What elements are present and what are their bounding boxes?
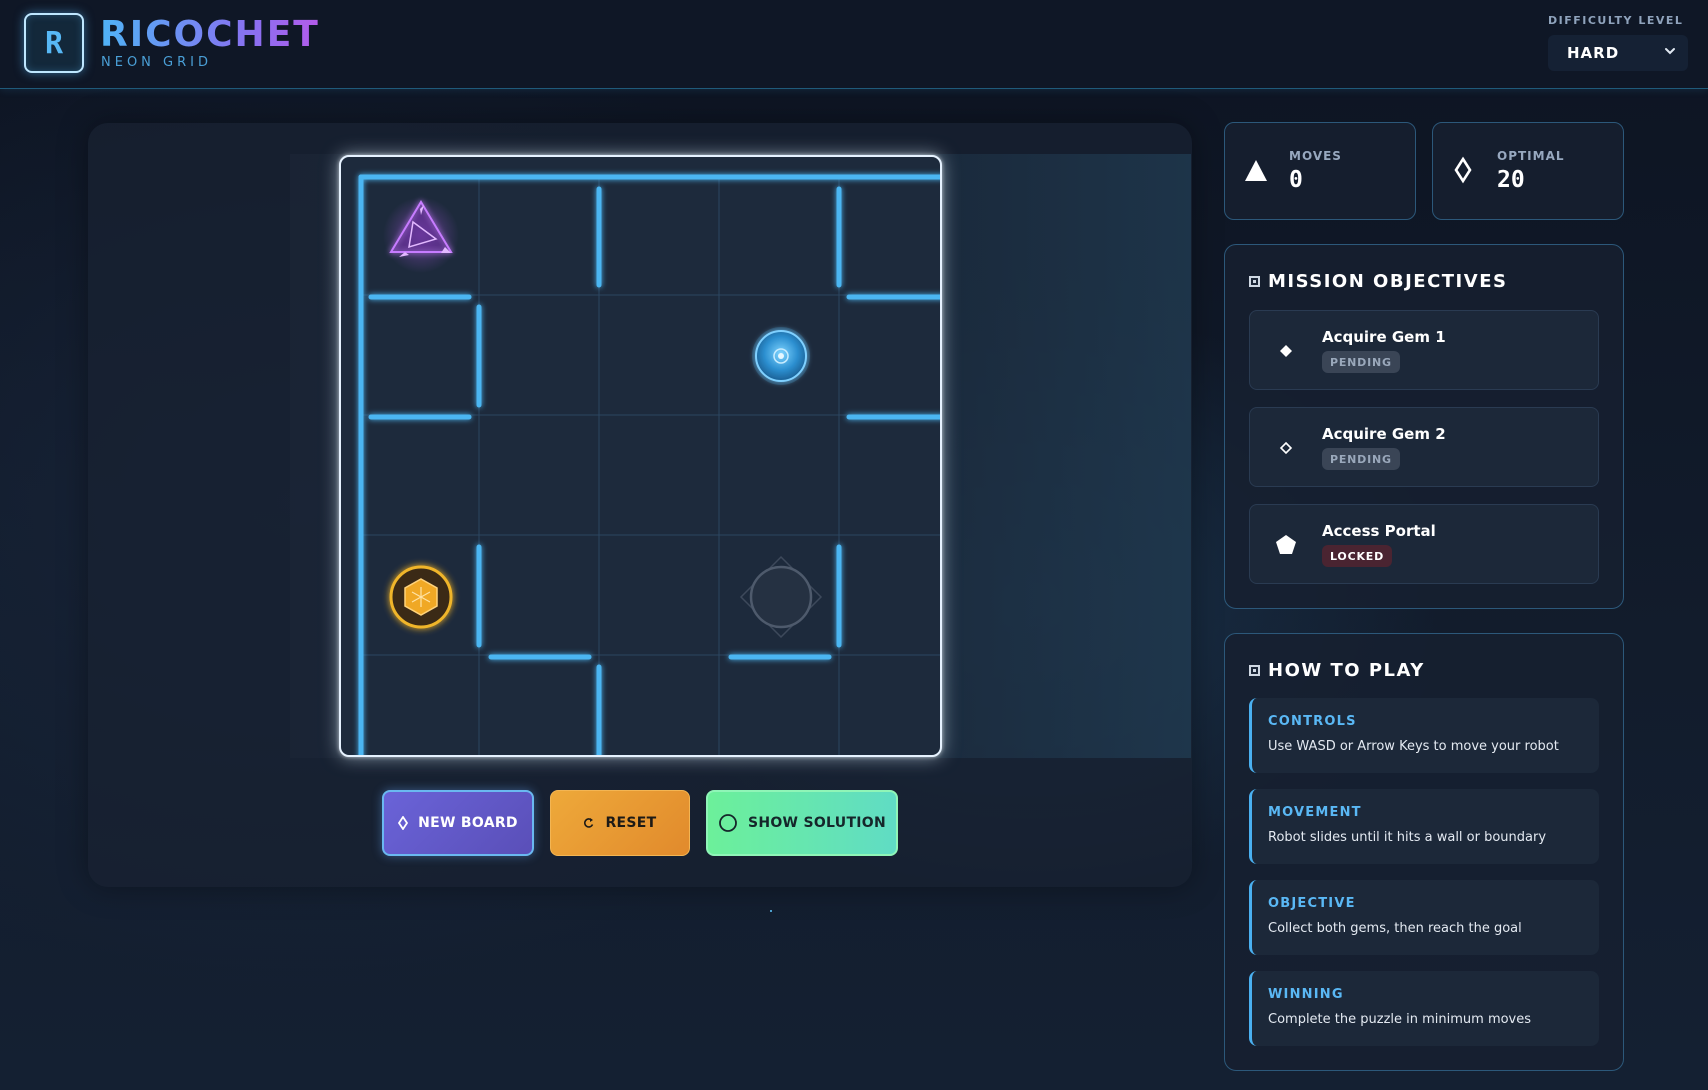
moves-value: 0 [1289, 167, 1303, 193]
objectives-panel: MISSION OBJECTIVES Acquire Gem 1 PENDING… [1224, 244, 1624, 609]
tip-movement: MOVEMENT Robot slides until it hits a wa… [1249, 789, 1599, 864]
triangle-icon [1245, 160, 1267, 181]
show-solution-label: SHOW SOLUTION [747, 815, 887, 831]
app-header: R RICOCHET NEON GRID DIFFICULTY LEVEL HA… [0, 0, 1708, 89]
tip-objective: OBJECTIVE Collect both gems, then reach … [1249, 880, 1599, 955]
game-board[interactable] [339, 155, 942, 757]
tip-title: CONTROLS [1268, 714, 1357, 729]
optimal-value: 20 [1497, 167, 1525, 193]
reset-button[interactable]: RESET [550, 790, 690, 856]
optimal-card: OPTIMAL 20 [1432, 122, 1624, 220]
how-to-play-panel: HOW TO PLAY CONTROLS Use WASD or Arrow K… [1224, 633, 1624, 1071]
objective-gem-1: Acquire Gem 1 PENDING [1249, 310, 1599, 390]
tip-title: OBJECTIVE [1268, 896, 1356, 911]
circle-icon [718, 813, 738, 833]
square-icon [1249, 276, 1260, 287]
tip-text: Complete the puzzle in minimum moves [1268, 1012, 1532, 1027]
show-solution-button[interactable]: SHOW SOLUTION [706, 790, 898, 856]
tip-winning: WINNING Complete the puzzle in minimum m… [1249, 971, 1599, 1046]
diamond-outline-icon [1454, 156, 1472, 184]
difficulty-value: HARD [1567, 44, 1620, 62]
how-to-play-title: HOW TO PLAY [1249, 660, 1425, 681]
new-board-label: NEW BOARD [418, 815, 518, 831]
chevron-down-icon [1665, 48, 1675, 55]
status-badge: LOCKED [1322, 545, 1393, 567]
objectives-title: MISSION OBJECTIVES [1249, 271, 1507, 292]
diamond-outline-icon [1274, 436, 1298, 460]
difficulty-select[interactable]: HARD [1548, 35, 1688, 71]
moves-label: MOVES [1289, 149, 1342, 163]
app-subtitle: NEON GRID [101, 55, 212, 70]
how-to-play-title-text: HOW TO PLAY [1268, 660, 1425, 681]
app-title: RICOCHET [100, 14, 320, 55]
moves-card: MOVES 0 [1224, 122, 1416, 220]
tip-title: MOVEMENT [1268, 805, 1362, 820]
walls [358, 174, 940, 755]
objective-label: Acquire Gem 2 [1322, 425, 1446, 443]
hexagon-gem-icon [381, 557, 461, 637]
logo-icon: R [24, 13, 84, 73]
square-icon [1249, 665, 1260, 676]
status-badge: PENDING [1322, 448, 1400, 470]
objective-portal: Access Portal LOCKED [1249, 504, 1599, 584]
reset-label: RESET [605, 815, 657, 831]
reset-icon [583, 817, 595, 829]
status-badge: PENDING [1322, 351, 1400, 373]
logo-letter: R [44, 25, 64, 61]
tip-controls: CONTROLS Use WASD or Arrow Keys to move … [1249, 698, 1599, 773]
objective-label: Access Portal [1322, 522, 1436, 540]
difficulty-label: DIFFICULTY LEVEL [1548, 14, 1684, 27]
portal-icon [739, 555, 823, 639]
board-grid [358, 174, 940, 755]
diamond-filled-icon [1274, 339, 1298, 363]
new-board-button[interactable]: NEW BOARD [382, 790, 534, 856]
objective-label: Acquire Gem 1 [1322, 328, 1446, 346]
tip-title: WINNING [1268, 987, 1344, 1002]
objective-gem-2: Acquire Gem 2 PENDING [1249, 407, 1599, 487]
optimal-label: OPTIMAL [1497, 149, 1565, 163]
tip-text: Use WASD or Arrow Keys to move your robo… [1268, 739, 1559, 754]
tip-text: Robot slides until it hits a wall or bou… [1268, 830, 1547, 845]
status-dot [770, 910, 772, 912]
tip-text: Collect both gems, then reach the goal [1268, 921, 1522, 936]
blue-orb-icon [752, 327, 810, 385]
diamond-outline-icon [398, 816, 409, 830]
objectives-title-text: MISSION OBJECTIVES [1268, 271, 1508, 292]
pentagon-icon [1274, 533, 1298, 557]
triangle-robot-icon[interactable] [383, 197, 459, 273]
